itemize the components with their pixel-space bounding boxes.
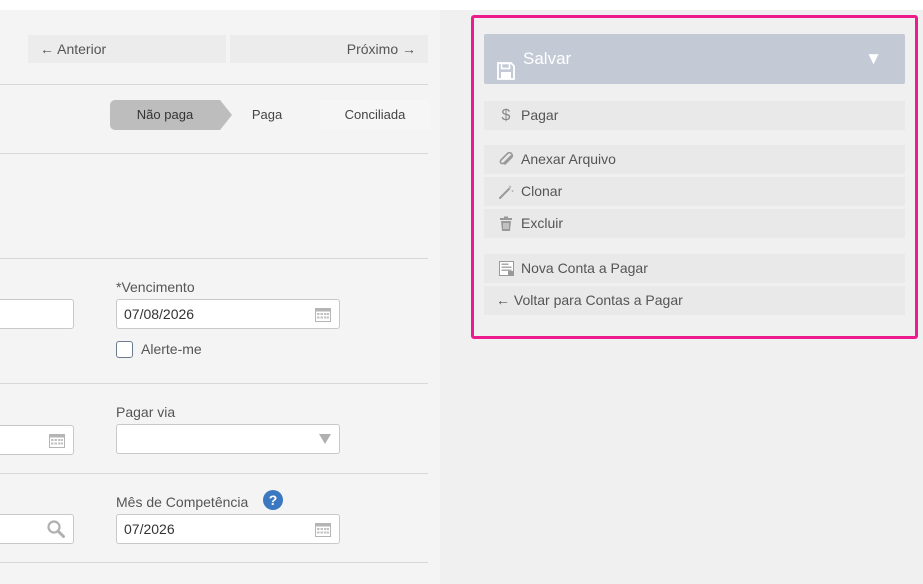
divider bbox=[0, 84, 428, 85]
search-icon[interactable] bbox=[47, 515, 65, 543]
paperclip-icon bbox=[496, 145, 516, 174]
attach-file-label: Anexar Arquivo bbox=[521, 151, 616, 167]
trash-icon bbox=[496, 209, 516, 238]
left-text-field[interactable] bbox=[0, 299, 74, 329]
pagar-via-label: Pagar via bbox=[116, 404, 176, 420]
magic-wand-icon bbox=[496, 177, 516, 206]
right-top-strip bbox=[440, 0, 923, 10]
vencimento-date-field[interactable]: 07/08/2026 bbox=[116, 299, 340, 329]
new-bill-action[interactable]: Nova Conta a Pagar bbox=[484, 254, 905, 283]
attach-file-action[interactable]: Anexar Arquivo bbox=[484, 145, 905, 174]
floppy-disk-icon bbox=[497, 50, 515, 100]
next-button[interactable]: Próximo → bbox=[230, 35, 428, 63]
clone-label: Clonar bbox=[521, 183, 563, 199]
calendar-icon[interactable] bbox=[315, 300, 331, 328]
status-step-nao-paga[interactable]: Não paga bbox=[110, 100, 220, 130]
competencia-label: Mês de Competência bbox=[116, 494, 249, 510]
competencia-value: 07/2026 bbox=[124, 521, 175, 537]
alert-label: Alerte-me bbox=[141, 341, 202, 357]
divider bbox=[0, 383, 428, 384]
caret-down-icon[interactable]: ▼ bbox=[865, 34, 882, 84]
alert-checkbox[interactable] bbox=[116, 341, 133, 358]
save-button[interactable]: Salvar ▼ bbox=[484, 34, 905, 84]
top-strip bbox=[0, 0, 440, 10]
pay-action[interactable]: $ Pagar bbox=[484, 101, 905, 130]
pagar-via-select[interactable] bbox=[116, 424, 340, 454]
back-to-bills-label: ← Voltar para Contas a Pagar bbox=[496, 292, 683, 308]
status-step-conciliada[interactable]: Conciliada bbox=[320, 100, 430, 130]
status-arrow bbox=[220, 100, 232, 130]
save-label: Salvar bbox=[523, 49, 572, 68]
divider bbox=[0, 153, 428, 154]
calendar-icon[interactable] bbox=[49, 426, 65, 454]
status-step-paga[interactable]: Paga bbox=[240, 100, 294, 130]
back-to-bills-action[interactable]: ← Voltar para Contas a Pagar bbox=[484, 286, 905, 315]
chevron-down-icon bbox=[319, 425, 331, 453]
divider bbox=[0, 562, 428, 563]
delete-action[interactable]: Excluir bbox=[484, 209, 905, 238]
help-icon[interactable]: ? bbox=[263, 490, 283, 510]
left-date-field[interactable] bbox=[0, 425, 74, 455]
left-search-field[interactable] bbox=[0, 514, 74, 544]
pay-label: Pagar bbox=[521, 107, 559, 123]
dollar-icon: $ bbox=[501, 107, 511, 124]
vencimento-value: 07/08/2026 bbox=[124, 306, 195, 322]
delete-label: Excluir bbox=[521, 215, 564, 231]
clone-action[interactable]: Clonar bbox=[484, 177, 905, 206]
document-icon bbox=[496, 254, 516, 283]
divider bbox=[0, 258, 428, 259]
new-bill-label: Nova Conta a Pagar bbox=[521, 260, 648, 276]
divider bbox=[0, 473, 428, 474]
calendar-icon[interactable] bbox=[315, 515, 331, 543]
previous-button[interactable]: ← Anterior bbox=[28, 35, 226, 63]
vencimento-label: *Vencimento bbox=[116, 279, 195, 295]
competencia-date-field[interactable]: 07/2026 bbox=[116, 514, 340, 544]
